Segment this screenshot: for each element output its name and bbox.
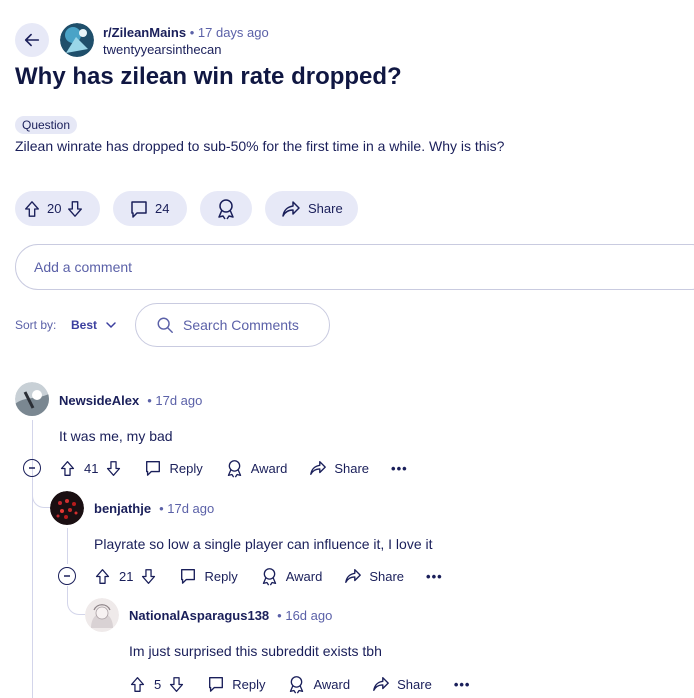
comment-header: NationalAsparagus138 • 16d ago: [129, 608, 332, 623]
award-icon: [290, 675, 304, 693]
post-vote-count: 20: [47, 201, 62, 216]
more-icon[interactable]: •••: [391, 461, 408, 476]
share-icon: [282, 200, 300, 217]
subreddit-name[interactable]: r/ZileanMains: [103, 25, 186, 40]
downvote-icon[interactable]: [66, 200, 84, 218]
post-title: Why has zilean win rate dropped?: [15, 63, 402, 90]
reply-label: Reply: [204, 568, 238, 584]
award-icon: [227, 459, 241, 477]
award-icon: [218, 198, 234, 219]
post-age: 17 days ago: [197, 25, 269, 40]
comment-age: • 16d ago: [277, 608, 333, 623]
comments-button[interactable]: 24: [113, 191, 187, 226]
reply-icon: [146, 461, 161, 476]
share-label: Share: [334, 460, 370, 476]
share-label: Share: [397, 676, 432, 692]
subreddit-line: r/ZileanMains • 17 days ago: [103, 25, 269, 40]
downvote-icon[interactable]: [140, 568, 157, 585]
search-icon: [157, 317, 173, 333]
comment-username[interactable]: NationalAsparagus138: [129, 608, 269, 623]
sort-dropdown[interactable]: Best: [71, 318, 119, 332]
thread-line[interactable]: [67, 528, 68, 564]
share-button[interactable]: Share: [372, 675, 432, 693]
share-icon: [310, 461, 327, 475]
comment-vote-count: 21: [119, 568, 134, 584]
downvote-icon[interactable]: [168, 676, 185, 693]
comment-header: NewsideAlex • 17d ago: [59, 393, 202, 408]
sort-label: Sort by:: [15, 318, 57, 332]
reply-button[interactable]: Reply: [179, 567, 238, 585]
upvote-icon[interactable]: [94, 568, 111, 585]
reply-label: Reply: [232, 676, 266, 692]
award-button[interactable]: [200, 191, 252, 226]
share-label: Share: [369, 568, 405, 584]
subreddit-avatar[interactable]: [60, 23, 94, 57]
downvote-icon[interactable]: [105, 460, 122, 477]
search-comments-input[interactable]: Search Comments: [135, 303, 330, 347]
comment-actions: 5 Reply Award Share •••: [129, 672, 470, 696]
comment-age: • 17d ago: [159, 501, 215, 516]
award-button[interactable]: Award: [225, 459, 288, 478]
comment-username[interactable]: benjathje: [94, 501, 151, 516]
collapse-icon[interactable]: [23, 459, 41, 477]
reply-button[interactable]: Reply: [144, 459, 203, 477]
comment-text: Playrate so low a single player can infl…: [94, 536, 433, 552]
avatar[interactable]: [85, 598, 119, 632]
comment-vote: 41: [59, 460, 122, 477]
reply-icon: [181, 569, 196, 584]
comment-icon: [131, 200, 147, 218]
more-icon[interactable]: •••: [454, 677, 471, 692]
add-comment-placeholder: Add a comment: [34, 259, 133, 275]
share-button[interactable]: Share: [265, 191, 358, 226]
award-label: Award: [313, 676, 351, 692]
more-icon[interactable]: •••: [426, 569, 443, 584]
post-body: Zilean winrate has dropped to sub-50% fo…: [15, 138, 505, 154]
comment-header: benjathje • 17d ago: [94, 501, 214, 516]
post-author[interactable]: twentyyearsinthecan: [103, 42, 222, 57]
avatar[interactable]: [15, 382, 49, 416]
separator: •: [189, 25, 195, 40]
sort-value: Best: [71, 318, 98, 332]
chevron-down-icon: [106, 322, 116, 329]
search-comments-placeholder: Search Comments: [183, 317, 299, 333]
upvote-icon[interactable]: [129, 676, 146, 693]
post-flair[interactable]: Question: [15, 116, 78, 134]
share-icon: [373, 677, 389, 691]
comment-actions: 21 Reply Award Share •••: [58, 564, 443, 588]
add-comment-input[interactable]: Add a comment: [15, 244, 694, 290]
comment-text: Im just surprised this subreddit exists …: [129, 643, 382, 659]
comment-actions: 41 Reply Award Share •••: [23, 456, 408, 480]
comment-username[interactable]: NewsideAlex: [59, 393, 139, 408]
reply-icon: [209, 677, 224, 692]
comment-vote-count: 41: [84, 460, 99, 476]
comment-text: It was me, my bad: [59, 428, 173, 444]
award-label: Award: [285, 568, 323, 584]
comment-age: • 17d ago: [147, 393, 203, 408]
avatar[interactable]: [50, 491, 84, 525]
collapse-icon[interactable]: [58, 567, 76, 585]
comment-vote: 21: [94, 568, 157, 585]
award-button[interactable]: Award: [260, 567, 323, 586]
award-label: Award: [250, 460, 288, 476]
share-label: Share: [308, 201, 343, 216]
thread-connector: [67, 586, 85, 615]
thread-connector: [32, 478, 50, 508]
upvote-icon[interactable]: [59, 460, 76, 477]
comment-vote: 5: [129, 676, 185, 693]
reply-button[interactable]: Reply: [207, 675, 265, 693]
share-button[interactable]: Share: [344, 567, 404, 585]
share-button[interactable]: Share: [309, 459, 369, 477]
share-icon: [345, 569, 362, 583]
post-vote-pill: 20: [15, 191, 100, 226]
back-arrow-icon: [24, 33, 40, 47]
award-icon: [262, 567, 276, 585]
award-button[interactable]: Award: [287, 675, 350, 694]
reply-label: Reply: [169, 460, 203, 476]
upvote-icon[interactable]: [23, 200, 41, 218]
back-button[interactable]: [15, 23, 49, 57]
comment-vote-count: 5: [154, 676, 162, 692]
comment-count: 24: [155, 201, 170, 216]
